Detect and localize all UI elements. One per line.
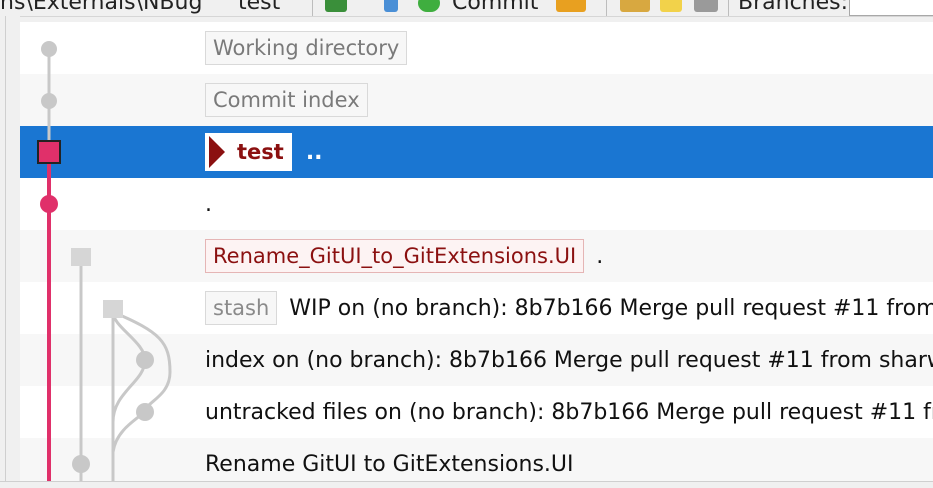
- message-cell: Working directory: [205, 22, 408, 74]
- toolbar-separator: [728, 0, 729, 16]
- branch-label[interactable]: Rename_GitUI_to_GitExtensions.UI: [205, 239, 585, 273]
- message-cell: .: [205, 178, 212, 230]
- folder-icon[interactable]: [620, 0, 650, 12]
- commit-index-label: Commit index: [205, 83, 368, 117]
- commit-message: untracked files on (no branch): 8b7b166 …: [205, 399, 933, 425]
- commit-button[interactable]: Commit: [452, 0, 538, 15]
- message-cell: Commit index: [205, 74, 368, 126]
- revision-grid[interactable]: Working directory Commit index test .. .…: [20, 22, 933, 481]
- working-directory-label: Working directory: [205, 31, 408, 65]
- commit-message: WIP on (no branch): 8b7b166 Merge pull r…: [289, 295, 933, 321]
- commit-message: .: [596, 243, 604, 269]
- settings-gear-icon[interactable]: [694, 0, 718, 12]
- message-cell: untracked files on (no branch): 8b7b166 …: [205, 386, 933, 438]
- save-icon[interactable]: [384, 0, 398, 12]
- stash-node[interactable]: [103, 300, 123, 318]
- commit-message: Rename GitUI to GitExtensions.UI: [205, 451, 574, 477]
- message-cell: test ..: [205, 126, 323, 178]
- panel-border: [5, 16, 6, 487]
- message-cell: index on (no branch): 8b7b166 Merge pull…: [205, 334, 933, 386]
- commit-icon[interactable]: [418, 0, 440, 12]
- branch-dropdown[interactable]: test: [238, 0, 280, 15]
- repository-path[interactable]: ns\Externals\NBug: [0, 0, 202, 15]
- push-icon[interactable]: [556, 0, 586, 12]
- toolbar: ns\Externals\NBug test Commit Branches:: [0, 0, 933, 17]
- commit-message: .: [205, 191, 212, 217]
- stats-icon[interactable]: [325, 0, 347, 12]
- commit-graph: [37, 41, 172, 481]
- message-cell: Rename_GitUI_to_GitExtensions.UI .: [205, 230, 603, 282]
- toolbar-separator: [606, 0, 607, 16]
- commit-message: index on (no branch): 8b7b166 Merge pull…: [205, 347, 933, 373]
- stash-label: stash: [205, 291, 278, 325]
- branches-label: Branches:: [738, 0, 849, 15]
- lightbulb-icon[interactable]: [660, 0, 682, 12]
- head-commit-node[interactable]: [37, 140, 61, 164]
- head-branch-label: test: [205, 133, 292, 171]
- toolbar-separator: [312, 0, 313, 16]
- message-cell: Rename GitUI to GitExtensions.UI: [205, 438, 574, 481]
- branch-commit-node[interactable]: [71, 248, 91, 266]
- commit-index-node[interactable]: [41, 93, 57, 109]
- untracked-commit-node[interactable]: [136, 403, 154, 421]
- index-commit-node[interactable]: [136, 351, 154, 369]
- commit-message: ..: [305, 139, 323, 165]
- commit-node[interactable]: [72, 455, 90, 473]
- panel-gutter: [0, 16, 20, 487]
- commit-node[interactable]: [40, 195, 58, 213]
- head-branch-name: test: [237, 140, 284, 164]
- message-cell: stash WIP on (no branch): 8b7b166 Merge …: [205, 282, 933, 334]
- working-directory-node[interactable]: [41, 41, 57, 57]
- head-marker-icon: [209, 136, 225, 168]
- branches-filter-input[interactable]: [849, 0, 933, 16]
